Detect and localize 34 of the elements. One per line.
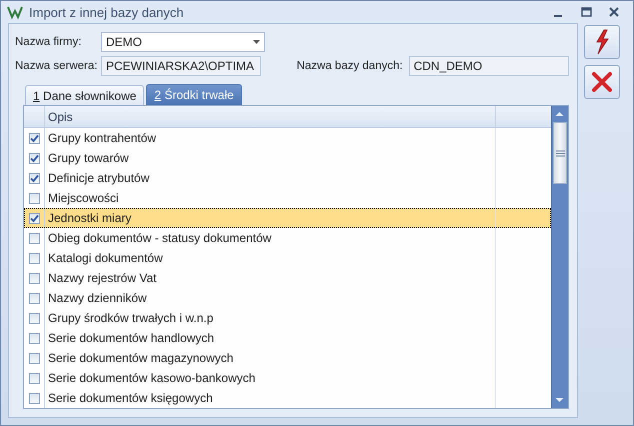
execute-button[interactable] (584, 25, 620, 59)
checkbox[interactable] (28, 372, 40, 384)
field-label: Nazwa serwera: (15, 60, 98, 72)
database-field[interactable]: CDN_DEMO (408, 56, 569, 76)
checkbox[interactable] (28, 172, 40, 184)
company-dropdown[interactable]: DEMO (101, 32, 265, 52)
grip-icon (556, 150, 564, 156)
checkbox[interactable] (28, 232, 40, 244)
field-label: Nazwa firmy: (15, 36, 82, 48)
minimize-icon (554, 15, 562, 17)
cancel-icon (591, 71, 613, 93)
cancel-button[interactable] (584, 65, 620, 99)
server-field[interactable]: PCEWINIARSKA2\OPTIMA (101, 56, 262, 76)
tab[interactable]: 2 Środki trwałe (146, 84, 242, 105)
app-icon (7, 4, 23, 20)
close-icon (609, 7, 619, 17)
window-title: Import z innej bazy danych (29, 4, 185, 20)
checkbox[interactable] (28, 152, 40, 164)
checkbox[interactable] (28, 292, 40, 304)
caret-icon (253, 40, 260, 44)
maximize-icon (580, 7, 592, 17)
checkbox[interactable] (28, 392, 40, 404)
tab[interactable]: 1 Dane słownikowe (25, 85, 144, 105)
column-header: Opis (48, 110, 73, 124)
checkbox[interactable] (28, 332, 40, 344)
checkbox[interactable] (28, 192, 40, 204)
scrollbar[interactable] (551, 106, 568, 408)
checkbox[interactable] (28, 312, 40, 324)
checkbox[interactable] (28, 252, 40, 264)
checkbox[interactable] (28, 272, 40, 284)
checkbox[interactable] (28, 132, 40, 144)
field-label: Nazwa bazy danych: (296, 60, 404, 72)
checkbox[interactable] (28, 212, 40, 224)
checkbox[interactable] (28, 352, 40, 364)
